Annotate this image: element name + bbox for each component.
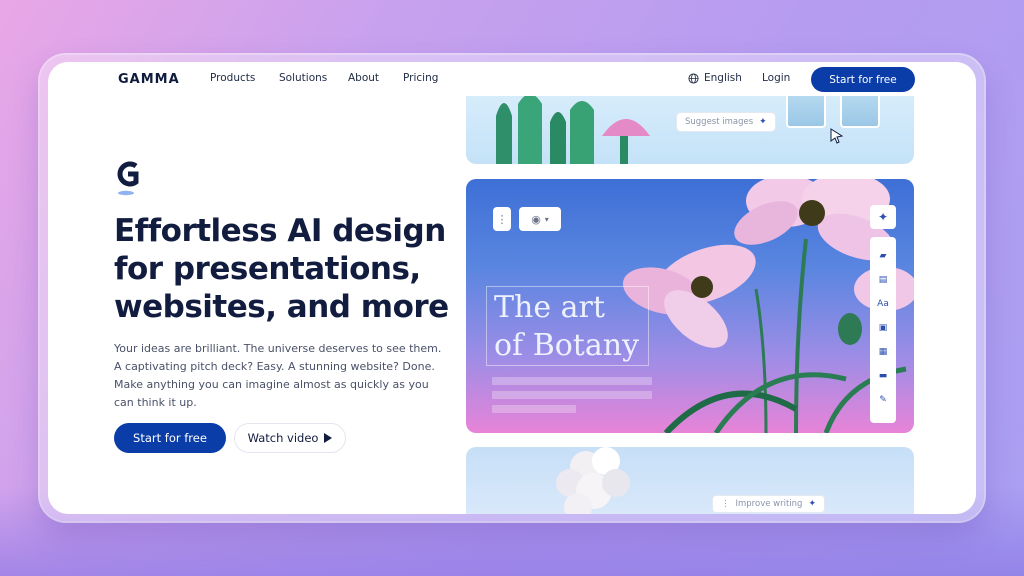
cursor-icon [830,128,844,144]
top-nav: GAMMA Products Solutions About Pricing E… [48,62,976,96]
preview-card-top: Suggest images ✦ [466,96,914,164]
play-icon [324,433,333,443]
art-title[interactable]: The art of Botany [494,289,684,365]
layers-icon[interactable]: ▰ [880,249,887,263]
globe-icon [688,72,699,84]
headline-line-1: Effortless AI design [114,213,446,249]
text-placeholder-bar [492,391,652,399]
layout-icon[interactable]: ▤ [879,273,888,287]
app-window: GAMMA Products Solutions About Pricing E… [48,62,976,514]
image-icon[interactable]: ▣ [879,321,888,335]
kebab-icon: ⋮ [496,212,508,226]
text-placeholder-bar [492,405,576,413]
watch-video-button[interactable]: Watch video [234,423,346,453]
text-placeholder-bar [492,377,652,385]
suggest-images-label: Suggest images [685,117,754,127]
sparkle-icon: ✦ [808,499,816,509]
gamma-logo[interactable]: GAMMA [118,72,180,87]
art-title-line-2: of Botany [494,328,640,363]
chevron-down-icon: ▾ [544,214,549,224]
theme-picker-button[interactable]: ◉ ▾ [519,207,561,231]
ai-sparkle-button[interactable]: ✦ [870,205,896,229]
cloud-hands-illustration [556,447,630,514]
hero-subcopy: Your ideas are brilliant. The universe d… [114,342,442,409]
language-label: English [704,72,742,84]
nav-link-solutions[interactable]: Solutions [279,72,327,84]
ai-sparkle-icon: ✦ [877,210,889,224]
palette-icon: ◉ [531,212,541,226]
embed-icon[interactable]: ▬ [879,369,888,383]
headline-line-2: for presentations, [114,251,421,287]
watch-video-label: Watch video [247,431,319,445]
gamma-g-icon [117,161,139,196]
nav-start-free-button[interactable]: Start for free [811,67,915,92]
hero-headline: Effortless AI design for presentations, … [114,212,474,326]
preview-card-main: ⋮ ◉ ▾ The art of Botany ✦ ▰ ▤ Aa ▣ ▦ ▬ ✎ [466,179,914,433]
image-thumbnail[interactable] [786,96,826,128]
language-selector[interactable]: English [688,72,742,84]
sparkle-icon: ✦ [759,117,767,127]
preview-card-bottom: ⋮ Improve writing ✦ [466,447,914,514]
improve-writing-chip[interactable]: ⋮ Improve writing ✦ [712,495,825,513]
suggest-images-chip[interactable]: Suggest images ✦ [676,112,776,132]
art-title-line-1: The art [494,290,605,325]
text-style-icon[interactable]: Aa [877,297,889,311]
headline-line-3: websites, and more [114,289,449,325]
image-thumbnail[interactable] [840,96,880,128]
improve-writing-label: Improve writing [735,499,803,509]
login-link[interactable]: Login [762,72,790,84]
more-options-button[interactable]: ⋮ [493,207,511,231]
nav-link-pricing[interactable]: Pricing [403,72,438,84]
edit-icon[interactable]: ✎ [879,393,887,407]
kebab-icon: ⋮ [721,499,730,509]
card-side-toolbar: ▰ ▤ Aa ▣ ▦ ▬ ✎ [870,237,896,423]
nav-link-about[interactable]: About [348,72,379,84]
nav-link-products[interactable]: Products [210,72,255,84]
video-icon[interactable]: ▦ [879,345,888,359]
hero-start-free-button[interactable]: Start for free [114,423,226,453]
